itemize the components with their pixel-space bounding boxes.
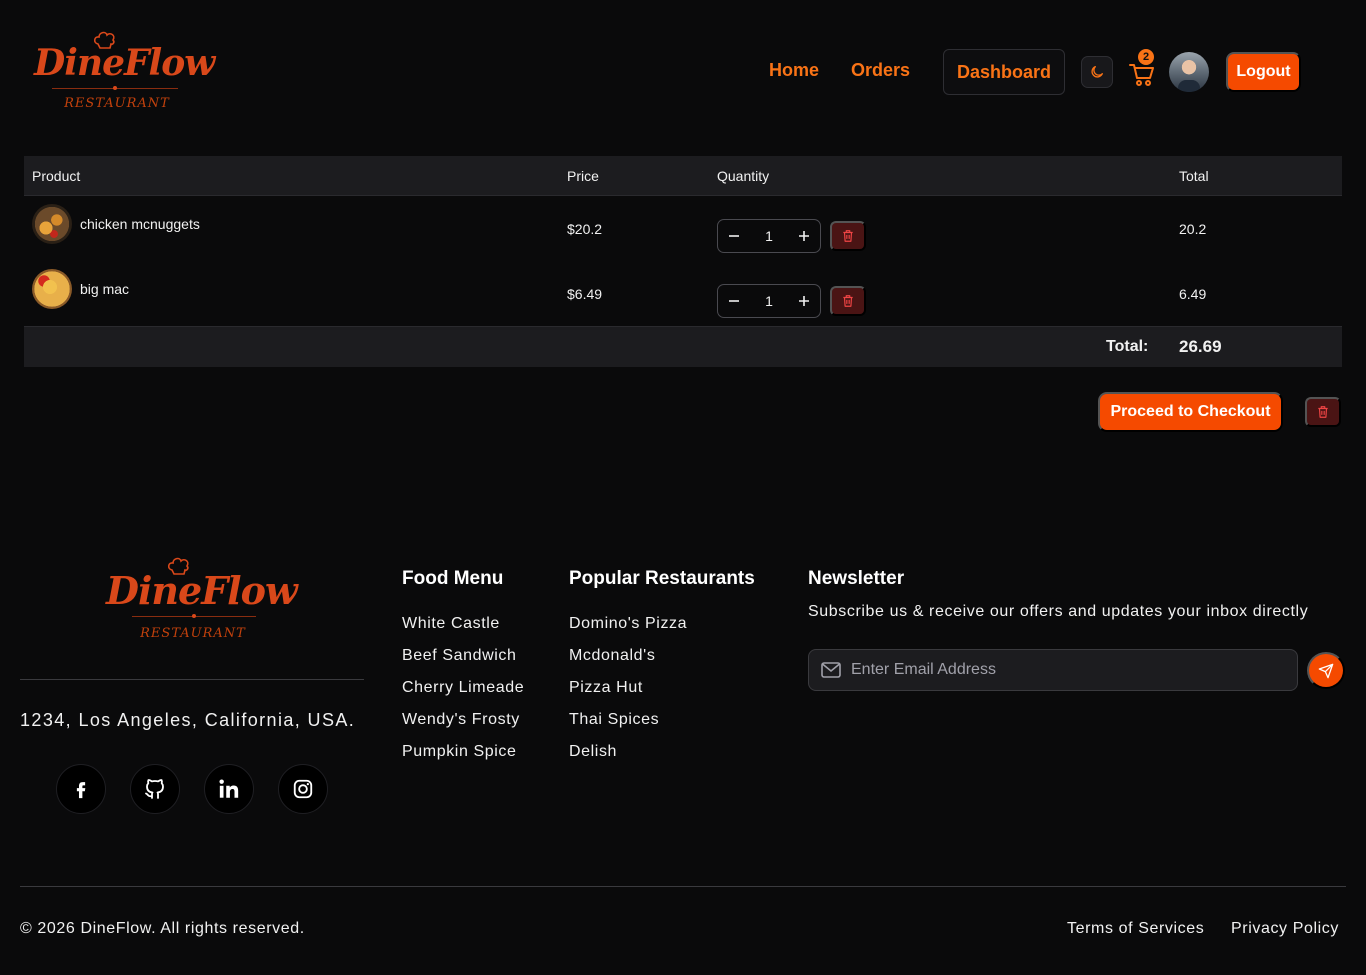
instagram-link[interactable] bbox=[278, 764, 328, 814]
nav-dashboard[interactable]: Dashboard bbox=[943, 49, 1065, 95]
nav-home[interactable]: Home bbox=[769, 60, 819, 81]
logo-divider bbox=[52, 86, 178, 90]
linkedin-link[interactable] bbox=[204, 764, 254, 814]
checkout-button[interactable]: Proceed to Checkout bbox=[1098, 392, 1283, 432]
trash-icon bbox=[843, 295, 853, 307]
footer-address: 1234, Los Angeles, California, USA. bbox=[20, 710, 356, 730]
column-quantity: Quantity bbox=[717, 168, 770, 184]
facebook-link[interactable] bbox=[56, 764, 106, 814]
food-menu-link[interactable]: Cherry Limeade bbox=[402, 679, 524, 697]
logout-button[interactable]: Logout bbox=[1226, 52, 1301, 92]
footer-logo[interactable]: DineFlow RESTAURANT bbox=[106, 556, 298, 646]
cart-count-badge: 2 bbox=[1138, 49, 1154, 65]
product-image bbox=[32, 269, 72, 309]
product-price: $20.2 bbox=[567, 221, 603, 237]
terms-link[interactable]: Terms of Services bbox=[1067, 920, 1204, 938]
send-icon bbox=[1318, 663, 1334, 678]
email-field-wrapper bbox=[808, 649, 1298, 691]
footer-divider bbox=[20, 679, 364, 680]
total-value: 26.69 bbox=[1179, 337, 1222, 356]
privacy-link[interactable]: Privacy Policy bbox=[1231, 920, 1339, 938]
quantity-value: 1 bbox=[765, 228, 773, 244]
trash-icon bbox=[843, 230, 853, 242]
logo-divider bbox=[132, 614, 256, 618]
minus-icon[interactable] bbox=[728, 295, 740, 307]
table-row: chicken mcnuggets $20.2 1 20.2 bbox=[24, 196, 1342, 261]
quantity-stepper: 1 bbox=[717, 284, 821, 318]
github-icon bbox=[145, 779, 164, 799]
product-name: big mac bbox=[80, 281, 130, 297]
copyright-text: © 2026 DineFlow. All rights reserved. bbox=[20, 920, 305, 937]
logo-wordmark: DineFlow bbox=[34, 42, 215, 84]
cart-table-header: Product Price Quantity Total bbox=[24, 156, 1342, 196]
item-total: 6.49 bbox=[1179, 286, 1207, 302]
product-price: $6.49 bbox=[567, 286, 603, 302]
user-avatar[interactable] bbox=[1169, 52, 1209, 92]
newsletter-description: Subscribe us & receive our offers and up… bbox=[808, 603, 1309, 620]
restaurant-link[interactable]: Domino's Pizza bbox=[569, 615, 687, 633]
food-menu-title: Food Menu bbox=[402, 568, 504, 589]
plus-icon[interactable] bbox=[798, 230, 810, 242]
quantity-stepper: 1 bbox=[717, 219, 821, 253]
nav-orders[interactable]: Orders bbox=[851, 60, 910, 81]
quantity-value: 1 bbox=[765, 293, 773, 309]
remove-item-button[interactable] bbox=[830, 221, 866, 251]
linkedin-icon bbox=[219, 779, 239, 798]
minus-icon[interactable] bbox=[728, 230, 740, 242]
total-label: Total: bbox=[1106, 338, 1149, 355]
github-link[interactable] bbox=[130, 764, 180, 814]
restaurant-link[interactable]: Thai Spices bbox=[569, 711, 659, 729]
food-menu-link[interactable]: White Castle bbox=[402, 615, 500, 633]
cart-total-row: Total: 26.69 bbox=[24, 326, 1342, 367]
item-total: 20.2 bbox=[1179, 221, 1207, 237]
food-menu-link[interactable]: Wendy's Frosty bbox=[402, 711, 520, 729]
restaurant-link[interactable]: Delish bbox=[569, 743, 617, 761]
logo-wordmark: DineFlow bbox=[106, 568, 298, 613]
column-price: Price bbox=[567, 168, 599, 184]
footer-bottom-divider bbox=[20, 886, 1346, 887]
food-menu-link[interactable]: Pumpkin Spice bbox=[402, 743, 517, 761]
theme-toggle-button[interactable] bbox=[1081, 56, 1113, 88]
popular-restaurants-title: Popular Restaurants bbox=[569, 568, 755, 589]
table-row: big mac $6.49 1 6.49 bbox=[24, 261, 1342, 326]
header-logo[interactable]: DineFlow RESTAURANT bbox=[34, 30, 215, 114]
restaurant-link[interactable]: Mcdonald's bbox=[569, 647, 655, 665]
logo-tagline: RESTAURANT bbox=[140, 626, 246, 641]
remove-item-button[interactable] bbox=[830, 286, 866, 316]
plus-icon[interactable] bbox=[798, 295, 810, 307]
product-image bbox=[32, 204, 72, 244]
column-product: Product bbox=[32, 168, 81, 184]
moon-icon bbox=[1091, 66, 1103, 78]
food-menu-link[interactable]: Beef Sandwich bbox=[402, 647, 517, 665]
logo-tagline: RESTAURANT bbox=[64, 96, 170, 111]
column-total: Total bbox=[1179, 168, 1209, 184]
restaurant-link[interactable]: Pizza Hut bbox=[569, 679, 643, 697]
trash-icon bbox=[1318, 406, 1328, 418]
mail-icon bbox=[821, 662, 841, 678]
instagram-icon bbox=[293, 779, 313, 799]
email-input[interactable] bbox=[851, 661, 1271, 679]
facebook-icon bbox=[76, 782, 86, 799]
newsletter-title: Newsletter bbox=[808, 568, 905, 589]
clear-cart-button[interactable] bbox=[1305, 397, 1341, 427]
subscribe-button[interactable] bbox=[1307, 652, 1345, 689]
product-name: chicken mcnuggets bbox=[80, 216, 200, 232]
